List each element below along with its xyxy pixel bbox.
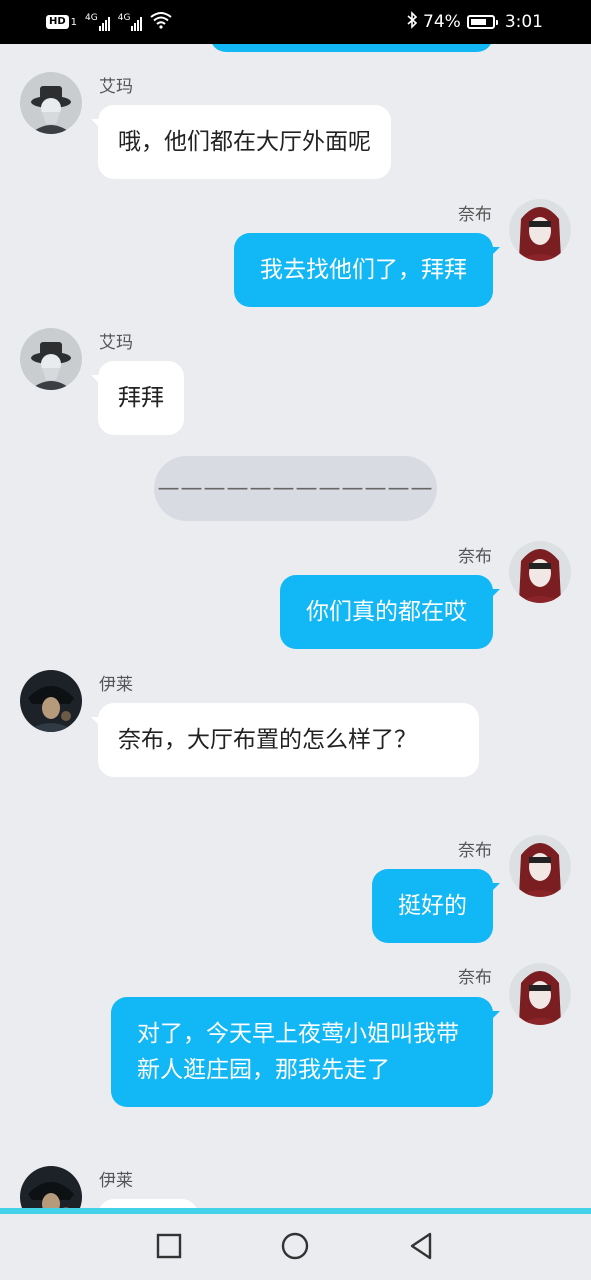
signal-icon: 4G	[85, 13, 110, 31]
avatar-emma[interactable]	[20, 328, 82, 390]
sender-name: 伊莱	[99, 675, 133, 695]
wifi-icon	[150, 11, 173, 34]
sender-name: 艾玛	[99, 77, 133, 97]
avatar-eli[interactable]	[20, 1166, 82, 1208]
network-type-label: 4G	[85, 13, 98, 23]
avatar-naib[interactable]	[509, 541, 571, 603]
recent-apps-icon	[156, 1233, 182, 1259]
avatar-naib[interactable]	[509, 199, 571, 261]
divider-pill: ————————————	[154, 456, 437, 521]
sender-name: 伊莱	[99, 1171, 133, 1191]
message-bubble[interactable]: 哦，他们都在大厅外面呢	[91, 105, 391, 179]
network-type-label-2: 4G	[117, 13, 131, 23]
status-left: HD 1 4G 4G	[46, 10, 173, 34]
home-button[interactable]	[275, 1226, 315, 1266]
message-bubble[interactable]: 挺好的	[372, 869, 500, 943]
recent-apps-button[interactable]	[149, 1226, 189, 1266]
battery-icon	[466, 15, 498, 29]
sim-index: 1	[70, 16, 78, 28]
avatar-eli[interactable]	[20, 670, 82, 732]
message-bubble[interactable]: 拜拜	[91, 361, 184, 435]
back-button[interactable]	[401, 1226, 441, 1266]
message-bubble-partial	[210, 44, 493, 52]
back-icon	[410, 1232, 432, 1260]
message-bubble[interactable]: 我去找他们了，拜拜	[234, 233, 500, 307]
message-bubble[interactable]: 对了，今天早上夜莺小姐叫我带新人逛庄园，那我先走了	[111, 997, 500, 1107]
status-right: 74% 3:01	[407, 10, 543, 34]
avatar-emma[interactable]	[20, 72, 82, 134]
hd-icon: HD	[46, 15, 69, 29]
message-bubble[interactable]: 奈布，大厅布置的怎么样了？	[91, 703, 479, 777]
chat-area[interactable]: 艾玛 哦，他们都在大厅外面呢 奈布 我去找他们了，拜拜 艾玛 拜拜 ——————…	[0, 44, 591, 1208]
avatar-naib[interactable]	[509, 963, 571, 1025]
battery-level	[470, 19, 486, 25]
sender-name: 奈布	[458, 205, 492, 225]
status-bar: HD 1 4G 4G 74% 3:01	[0, 0, 591, 44]
sender-name: 奈布	[458, 968, 492, 988]
signal-icon-2: 4G	[118, 13, 143, 31]
bluetooth-icon	[407, 10, 418, 34]
battery-percent: 74%	[423, 12, 461, 32]
sender-name: 奈布	[458, 841, 492, 861]
sender-name: 艾玛	[99, 333, 133, 353]
avatar-naib[interactable]	[509, 835, 571, 897]
sender-name: 奈布	[458, 547, 492, 567]
message-bubble[interactable]: 你们真的都在哎	[280, 575, 500, 649]
clock: 3:01	[504, 12, 543, 32]
message-bubble[interactable]	[98, 1199, 198, 1208]
home-icon	[281, 1232, 309, 1260]
navigation-bar	[0, 1214, 591, 1280]
